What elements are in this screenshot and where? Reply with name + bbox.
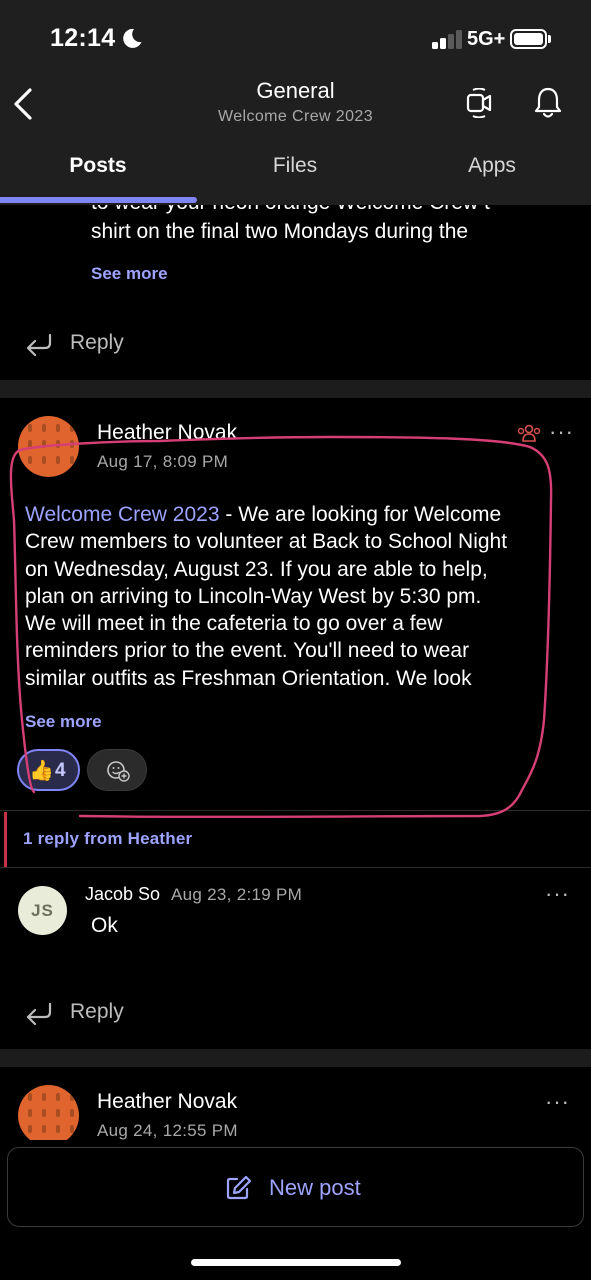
tab-posts[interactable]: Posts xyxy=(0,154,196,178)
reply-timestamp: Aug 23, 2:19 PM xyxy=(171,885,303,904)
avatar[interactable] xyxy=(18,1085,79,1146)
bell-icon[interactable] xyxy=(532,86,564,120)
reply-button[interactable]: Reply xyxy=(24,993,164,1033)
replies-accent xyxy=(4,812,7,867)
reply-label: Reply xyxy=(70,1000,124,1023)
new-post-label: New post xyxy=(269,1175,361,1200)
avatar-pattern xyxy=(28,1093,74,1133)
post-author[interactable]: Heather Novak xyxy=(97,421,237,445)
post-more-button[interactable]: ··· xyxy=(549,419,574,445)
channel-mention[interactable]: Welcome Crew 2023 xyxy=(25,503,220,526)
post-body-line: similar outfits as Freshman Orientation.… xyxy=(25,666,472,690)
see-more-link[interactable]: See more xyxy=(25,712,102,732)
battery-tip xyxy=(548,35,551,43)
post-body-line: on Wednesday, August 23. If you are able… xyxy=(25,557,488,581)
thumbs-up-icon: 👍 xyxy=(29,760,54,782)
post-separator xyxy=(0,380,591,398)
tab-files[interactable]: Files xyxy=(197,154,393,178)
channel-title: General xyxy=(256,78,335,103)
reply-message: Ok xyxy=(91,914,118,937)
post-more-button[interactable]: ··· xyxy=(545,1089,570,1115)
add-reaction-button[interactable] xyxy=(87,749,147,791)
previous-post-line: shirt on the final two Mondays during th… xyxy=(91,220,469,243)
post-body-line: We will meet in the cafeteria to go over… xyxy=(25,612,443,636)
team-members-icon xyxy=(517,424,541,442)
post-body: Welcome Crew 2023 - We are looking for W… xyxy=(25,501,565,692)
like-reaction[interactable]: 👍 4 xyxy=(17,749,80,791)
post-separator xyxy=(0,1049,591,1067)
post-timestamp: Aug 24, 12:55 PM xyxy=(97,1121,238,1140)
reply-label: Reply xyxy=(70,331,124,354)
new-post-button[interactable]: New post xyxy=(7,1147,584,1227)
status-time-overlay: 12:14 xyxy=(50,24,116,52)
video-call-icon[interactable] xyxy=(464,88,494,118)
tab-apps[interactable]: Apps xyxy=(394,154,590,178)
avatar[interactable]: JS xyxy=(18,886,67,935)
network-type: 5G+ xyxy=(467,28,506,50)
reply-button[interactable]: Reply xyxy=(24,324,164,364)
home-indicator[interactable] xyxy=(191,1259,401,1266)
replies-summary[interactable]: 1 reply from Heather xyxy=(23,829,192,849)
avatar-pattern xyxy=(28,424,74,464)
avatar[interactable] xyxy=(18,416,79,477)
team-name: Welcome Crew 2023 xyxy=(217,108,373,125)
previous-post-text: to wear your neon orange Welcome Crew t-… xyxy=(91,205,571,246)
post-body-line: plan on arriving to Lincoln-Way West by … xyxy=(25,584,482,608)
moon-icon xyxy=(123,28,142,48)
active-tab-indicator xyxy=(0,197,197,203)
post-body-line: reminders prior to the event. You'll nee… xyxy=(25,639,470,663)
reply-arrow-icon xyxy=(26,333,52,356)
previous-post-line: to wear your neon orange Welcome Crew t- xyxy=(91,205,571,217)
reply-author[interactable]: Jacob So xyxy=(85,884,160,905)
post-author[interactable]: Heather Novak xyxy=(97,1090,237,1114)
post-timestamp: Aug 17, 8:09 PM xyxy=(97,452,229,471)
see-more-link[interactable]: See more xyxy=(91,264,168,284)
add-emoji-icon xyxy=(107,761,130,782)
compose-icon xyxy=(226,1175,252,1200)
reply-arrow-icon xyxy=(26,1002,52,1025)
reaction-count: 4 xyxy=(55,760,66,781)
post-body-line: - We are looking for Welcome xyxy=(219,503,502,526)
signal-icon xyxy=(432,29,464,49)
reply-more-button[interactable]: ··· xyxy=(545,881,570,907)
battery-icon xyxy=(510,29,547,49)
post-body-line: Crew members to volunteer at Back to Sch… xyxy=(25,530,508,554)
